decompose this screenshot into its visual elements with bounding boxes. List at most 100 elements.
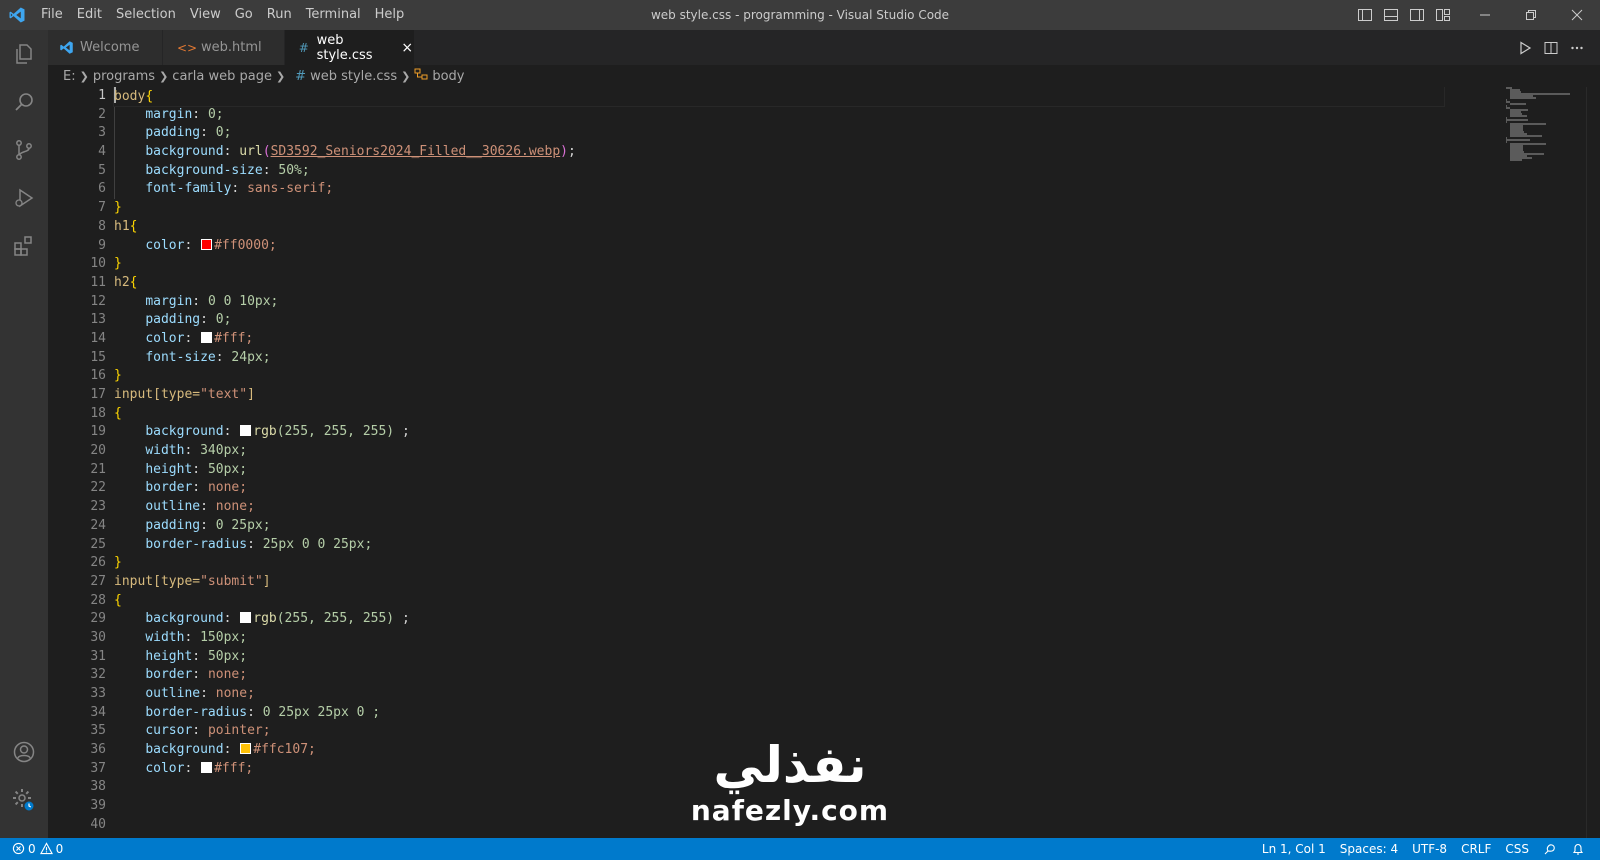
code-token: 0; bbox=[215, 312, 232, 328]
code-line[interactable]: input[type="submit"] bbox=[114, 573, 1444, 592]
code-line[interactable]: background: rgb(255, 255, 255) ; bbox=[114, 423, 1444, 442]
color-swatch[interactable] bbox=[240, 425, 252, 437]
feedback-icon[interactable] bbox=[1536, 842, 1564, 856]
css-hash-icon: # bbox=[298, 40, 309, 55]
minimap[interactable] bbox=[1506, 87, 1586, 838]
search-icon[interactable] bbox=[0, 78, 48, 126]
code-line[interactable]: background: rgb(255, 255, 255) ; bbox=[114, 610, 1444, 629]
code-line[interactable]: border: none; bbox=[114, 666, 1444, 685]
manage-gear-icon[interactable] bbox=[0, 776, 48, 824]
restore-icon[interactable] bbox=[1508, 0, 1554, 30]
code-line[interactable]: h1{ bbox=[114, 218, 1444, 237]
menu-run[interactable]: Run bbox=[260, 0, 299, 30]
menu-go[interactable]: Go bbox=[228, 0, 260, 30]
code-line[interactable]: height: 50px; bbox=[114, 648, 1444, 667]
code-line[interactable]: background: url(SD3592_Seniors2024_Fille… bbox=[114, 143, 1444, 162]
code-line[interactable]: border: none; bbox=[114, 479, 1444, 498]
code-line[interactable]: border-radius: 0 25px 25px 0 ; bbox=[114, 704, 1444, 723]
code-line[interactable]: } bbox=[114, 554, 1444, 573]
code-line[interactable]: { bbox=[114, 405, 1444, 424]
breadcrumb-drive[interactable]: E: bbox=[63, 69, 76, 84]
code-line[interactable]: input[type="text"] bbox=[114, 386, 1444, 405]
source-control-icon[interactable] bbox=[0, 126, 48, 174]
code-line[interactable]: width: 150px; bbox=[114, 629, 1444, 648]
end-of-line[interactable]: CRLF bbox=[1454, 838, 1498, 860]
code-token: 0; bbox=[207, 106, 224, 122]
run-debug-icon[interactable] bbox=[0, 174, 48, 222]
breadcrumb-programs[interactable]: programs bbox=[93, 69, 155, 84]
color-swatch[interactable] bbox=[201, 238, 213, 250]
toggle-panel-icon[interactable] bbox=[1378, 0, 1404, 30]
tab-welcome[interactable]: Welcome bbox=[48, 30, 163, 65]
code-token: width bbox=[145, 629, 185, 645]
title-bar: File Edit Selection View Go Run Terminal… bbox=[0, 0, 1600, 30]
problems-indicator[interactable]: 0 0 bbox=[0, 842, 63, 856]
code-line[interactable]: { bbox=[114, 592, 1444, 611]
toggle-primary-sidebar-icon[interactable] bbox=[1352, 0, 1378, 30]
code-line[interactable]: background-size: 50%; bbox=[114, 162, 1444, 181]
code-line[interactable]: h2{ bbox=[114, 274, 1444, 293]
code-token: font-size bbox=[145, 349, 216, 365]
code-line[interactable]: margin: 0 0 10px; bbox=[114, 293, 1444, 312]
breadcrumb-file[interactable]: web style.css bbox=[310, 69, 397, 84]
menu-edit[interactable]: Edit bbox=[70, 0, 109, 30]
customize-layout-icon[interactable] bbox=[1430, 0, 1456, 30]
code-line[interactable]: } bbox=[114, 367, 1444, 386]
menu-selection[interactable]: Selection bbox=[109, 0, 183, 30]
code-line[interactable]: padding: 0; bbox=[114, 124, 1444, 143]
menu-view[interactable]: View bbox=[183, 0, 228, 30]
tab-web-style-css[interactable]: # web style.css × bbox=[285, 30, 415, 65]
explorer-icon[interactable] bbox=[0, 30, 48, 78]
code-line[interactable]: } bbox=[114, 255, 1444, 274]
code-lines[interactable]: body{ margin: 0; padding: 0; background:… bbox=[113, 87, 1445, 778]
code-line[interactable]: body{ bbox=[113, 87, 1445, 107]
toggle-secondary-sidebar-icon[interactable] bbox=[1404, 0, 1430, 30]
encoding[interactable]: UTF-8 bbox=[1405, 838, 1454, 860]
code-token: border-radius bbox=[145, 704, 248, 720]
color-swatch[interactable] bbox=[240, 612, 252, 624]
breadcrumb-symbol[interactable]: body bbox=[432, 69, 464, 84]
menu-file[interactable]: File bbox=[34, 0, 70, 30]
cursor-position[interactable]: Ln 1, Col 1 bbox=[1255, 838, 1333, 860]
run-file-icon[interactable] bbox=[1512, 35, 1538, 61]
extensions-icon[interactable] bbox=[0, 222, 48, 270]
tab-web-html[interactable]: <> web.html bbox=[163, 30, 285, 65]
code-line[interactable]: font-size: 24px; bbox=[114, 349, 1444, 368]
code-token: { bbox=[145, 89, 154, 104]
vertical-scrollbar[interactable] bbox=[1586, 87, 1600, 838]
accounts-icon[interactable] bbox=[0, 728, 48, 776]
line-number: 6 bbox=[98, 181, 106, 197]
close-window-icon[interactable] bbox=[1554, 0, 1600, 30]
code-line[interactable]: padding: 0; bbox=[114, 311, 1444, 330]
code-line[interactable]: color: #ff0000; bbox=[114, 237, 1444, 256]
code-line[interactable]: color: #fff; bbox=[114, 330, 1444, 349]
code-editor[interactable]: 1 2 3 4 5 6 7 8 9 10 11 12 13 14 15 16 17 18 19 20 21 22 23 24 2… bbox=[48, 87, 1600, 838]
html-icon: <> bbox=[176, 40, 198, 55]
color-swatch[interactable] bbox=[201, 331, 213, 343]
code-line[interactable]: font-family: sans-serif; bbox=[114, 180, 1444, 199]
code-token: 0 25px 25px 0 ; bbox=[262, 704, 381, 720]
color-swatch[interactable] bbox=[240, 743, 252, 755]
more-actions-icon[interactable] bbox=[1564, 35, 1590, 61]
notifications-bell-icon[interactable] bbox=[1564, 842, 1592, 856]
code-line[interactable]: outline: none; bbox=[114, 498, 1444, 517]
color-swatch[interactable] bbox=[201, 761, 213, 773]
code-line[interactable]: } bbox=[114, 199, 1444, 218]
breadcrumb-carla-web-page[interactable]: carla web page bbox=[172, 69, 272, 84]
code-line[interactable]: margin: 0; bbox=[114, 106, 1444, 125]
code-line[interactable]: border-radius: 25px 0 0 25px; bbox=[114, 536, 1444, 555]
language-mode[interactable]: CSS bbox=[1498, 838, 1536, 860]
code-line[interactable]: padding: 0 25px; bbox=[114, 517, 1444, 536]
indentation[interactable]: Spaces: 4 bbox=[1333, 838, 1405, 860]
menu-terminal[interactable]: Terminal bbox=[299, 0, 368, 30]
menu-help[interactable]: Help bbox=[368, 0, 412, 30]
code-token: } bbox=[114, 256, 122, 272]
code-line[interactable]: outline: none; bbox=[114, 685, 1444, 704]
minimize-icon[interactable] bbox=[1462, 0, 1508, 30]
line-number: 12 bbox=[90, 293, 106, 309]
code-token: color bbox=[145, 330, 185, 346]
close-tab-icon[interactable]: × bbox=[400, 40, 414, 56]
code-line[interactable]: width: 340px; bbox=[114, 442, 1444, 461]
code-line[interactable]: height: 50px; bbox=[114, 461, 1444, 480]
split-editor-icon[interactable] bbox=[1538, 35, 1564, 61]
